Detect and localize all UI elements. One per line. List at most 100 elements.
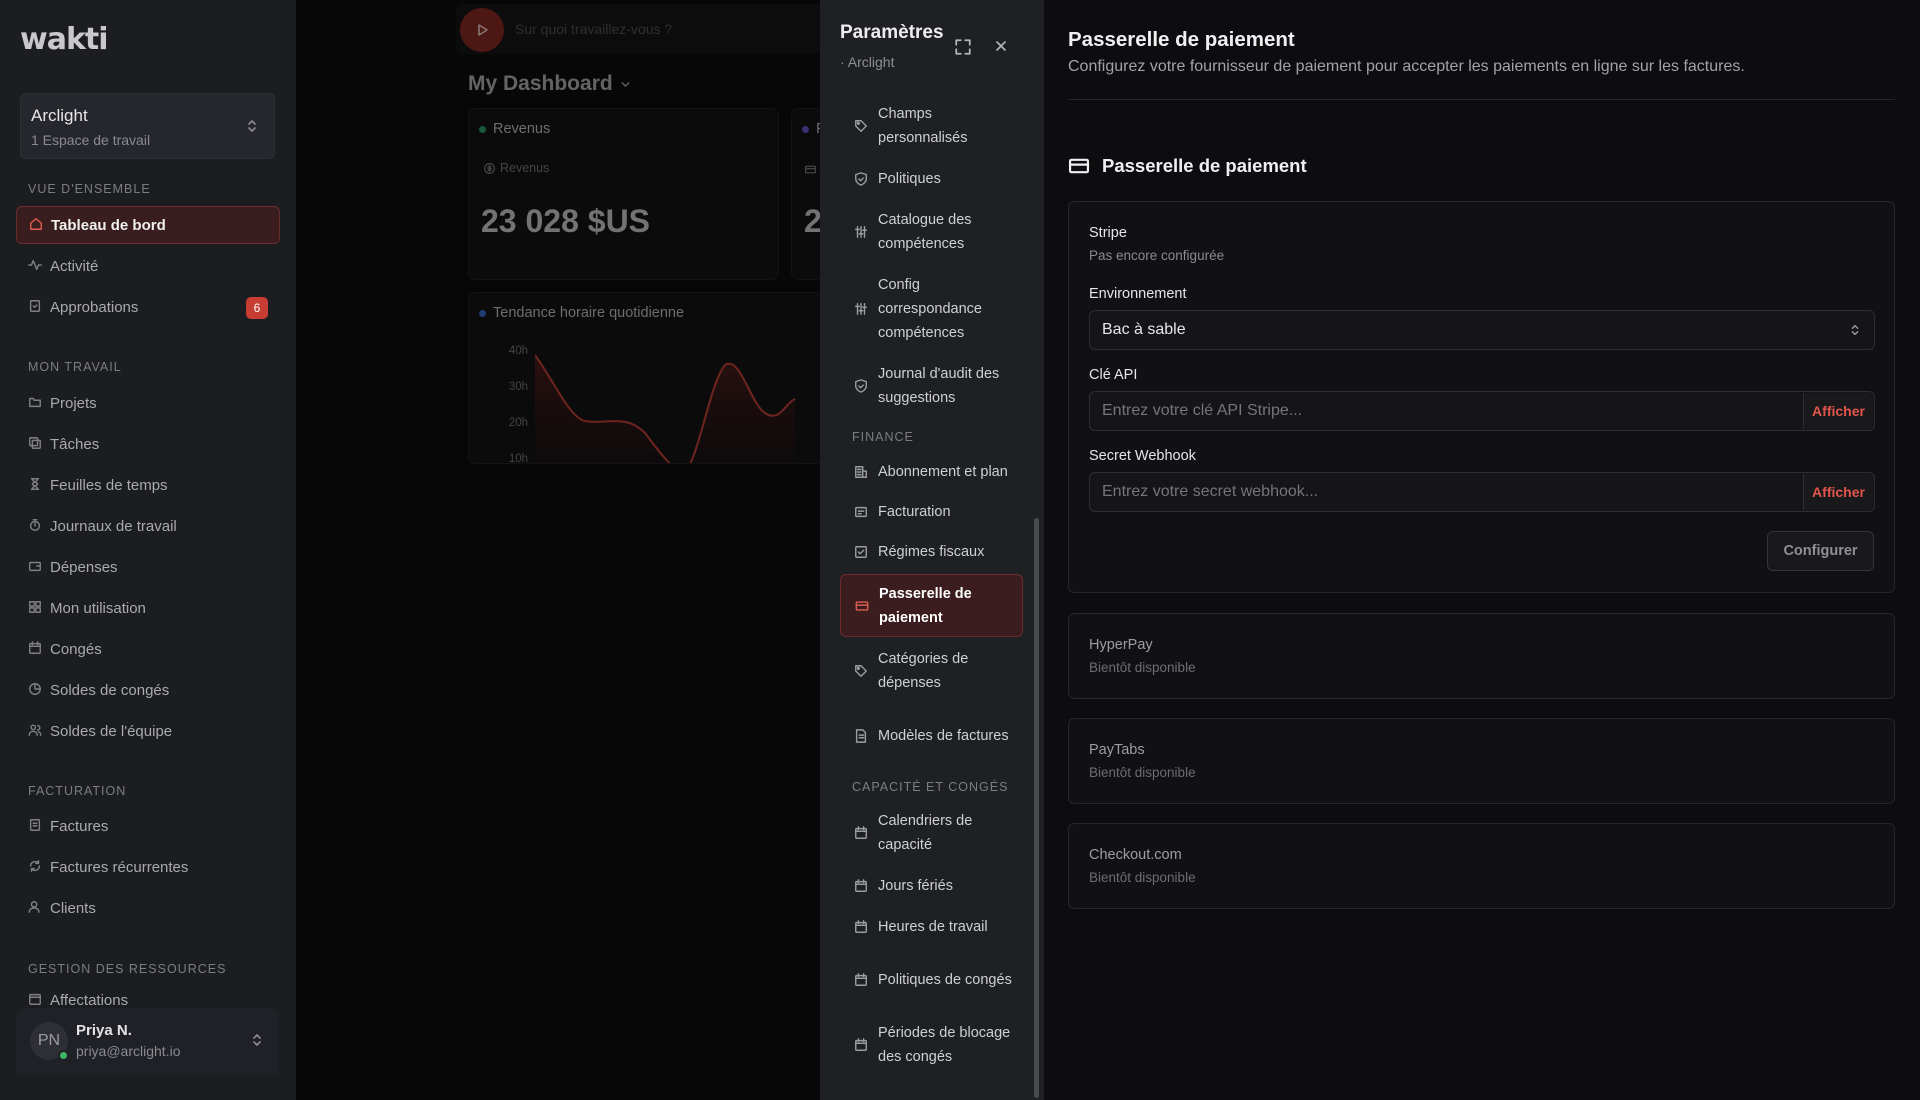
sidebar-item-usage[interactable]: Mon utilisation — [16, 589, 280, 627]
invoice-icon — [28, 818, 44, 834]
folder-icon — [28, 395, 44, 411]
paytabs-provider-card: PayTabs Bientôt disponible — [1068, 718, 1895, 804]
settings-item-policies[interactable]: Politiques — [840, 166, 1023, 192]
sidebar-item-tasks[interactable]: Tâches — [16, 425, 280, 463]
section-resources: GESTION DES RESSOURCES — [28, 962, 227, 976]
provider-name: HyperPay — [1089, 637, 1153, 653]
modal-backdrop[interactable] — [296, 0, 820, 1100]
settings-item-subscription[interactable]: Abonnement et plan — [840, 459, 1023, 485]
configure-button[interactable]: Configurer — [1767, 531, 1874, 571]
provider-status: Pas encore configurée — [1089, 248, 1225, 263]
settings-workspace: · Arclight — [840, 54, 895, 70]
settings-item-label: Jours fériés — [878, 878, 953, 894]
sliders-icon — [854, 225, 870, 239]
show-webhook-button[interactable]: Afficher — [1803, 474, 1873, 510]
show-api-key-button[interactable]: Afficher — [1803, 393, 1873, 429]
settings-item-label: Abonnement et plan — [878, 464, 1008, 480]
expand-icon[interactable] — [954, 38, 972, 56]
sidebar-item-label: Activité — [50, 257, 99, 275]
settings-item-capacity-calendars[interactable]: Calendriers de capacité — [840, 808, 1023, 858]
settings-item-payment-gateway[interactable]: Passerelle de paiement — [840, 574, 1023, 637]
provider-status: Bientôt disponible — [1089, 660, 1196, 675]
sidebar-item-leave-balances[interactable]: Soldes de congés — [16, 671, 280, 709]
sidebar-item-label: Congés — [50, 640, 102, 658]
sidebar-item-label: Factures — [50, 817, 109, 835]
settings-item-working-hours[interactable]: Heures de travail — [840, 914, 1023, 940]
hourglass-icon — [28, 477, 44, 493]
sidebar-item-label: Soldes de l'équipe — [50, 722, 173, 740]
chevron-up-down-icon — [249, 1032, 265, 1048]
calendar-icon — [854, 973, 870, 987]
settings-item-label: Périodes de blocage des congés — [878, 1025, 1011, 1065]
sidebar-item-timesheets[interactable]: Feuilles de temps — [16, 466, 280, 504]
provider-status: Bientôt disponible — [1089, 765, 1196, 780]
sidebar-item-invoices[interactable]: Factures — [16, 807, 280, 845]
user-icon — [28, 900, 44, 916]
sidebar-item-expenses[interactable]: Dépenses — [16, 548, 280, 586]
stripe-provider-card: Stripe Pas encore configurée Environneme… — [1068, 201, 1895, 593]
sidebar-item-approvals[interactable]: Approbations 6 — [16, 288, 280, 326]
users-icon — [28, 723, 44, 739]
chevron-up-down-icon — [244, 118, 260, 134]
credit-card-icon — [1068, 155, 1090, 177]
settings-item-skills-mapping[interactable]: Config correspondance compétences — [840, 272, 1023, 346]
checkout-provider-card: Checkout.com Bientôt disponible — [1068, 823, 1895, 909]
settings-item-expense-categories[interactable]: Catégories de dépenses — [840, 646, 1023, 696]
close-icon[interactable] — [993, 38, 1009, 54]
sidebar-item-label: Feuilles de temps — [50, 476, 168, 494]
sidebar-item-label: Factures récurrentes — [50, 858, 189, 876]
workspace-count: 1 Espace de travail — [31, 132, 151, 148]
shield-check-icon — [854, 172, 870, 186]
sidebar-item-label: Dépenses — [50, 558, 118, 576]
sidebar-item-leave[interactable]: Congés — [16, 630, 280, 668]
user-name: Priya N. — [76, 1022, 132, 1039]
user-menu[interactable]: PN Priya N. priya@arclight.io — [16, 1008, 279, 1075]
provider-name: Stripe — [1089, 225, 1127, 241]
settings-item-invoice-templates[interactable]: Modèles de factures — [840, 711, 1023, 761]
sidebar-item-label: Tâches — [50, 435, 100, 453]
settings-item-label: Facturation — [878, 504, 951, 520]
receipt-icon — [854, 505, 870, 519]
sidebar-item-label: Approbations — [50, 298, 139, 316]
settings-section-finance: FINANCE — [852, 430, 914, 444]
sidebar-item-team-balances[interactable]: Soldes de l'équipe — [16, 712, 280, 750]
payment-gateway-panel: Passerelle de paiement Configurez votre … — [1044, 0, 1920, 1100]
sidebar-item-dashboard[interactable]: Tableau de bord — [16, 206, 280, 244]
sidebar-item-label: Journaux de travail — [50, 517, 177, 535]
online-status-dot — [58, 1050, 69, 1061]
webhook-secret-input[interactable] — [1090, 473, 1805, 511]
sidebar-item-clients[interactable]: Clients — [16, 889, 280, 927]
sidebar-item-label: Mon utilisation — [50, 599, 146, 617]
calendar-icon — [28, 992, 44, 1008]
settings-item-tax[interactable]: Régimes fiscaux — [840, 539, 1023, 565]
sidebar-item-worklogs[interactable]: Journaux de travail — [16, 507, 280, 545]
settings-nav-scrollbar[interactable] — [1034, 518, 1039, 1098]
settings-item-label: Champs personnalisés — [878, 106, 968, 146]
timer-icon — [28, 518, 44, 534]
settings-item-audit-log[interactable]: Journal d'audit des suggestions — [840, 361, 1023, 411]
sidebar-item-activity[interactable]: Activité — [16, 247, 280, 285]
document-icon — [854, 729, 870, 743]
section-overview: VUE D'ENSEMBLE — [28, 182, 151, 196]
api-key-label: Clé API — [1089, 367, 1138, 383]
settings-item-leave-policies[interactable]: Politiques de congés — [840, 955, 1023, 1005]
grid-icon — [28, 600, 44, 616]
environment-select[interactable]: Bac à sable — [1089, 310, 1875, 350]
home-icon — [29, 217, 45, 233]
workspace-switcher[interactable]: Arclight 1 Espace de travail — [20, 93, 275, 159]
pie-chart-icon — [28, 682, 44, 698]
settings-item-blackout-periods[interactable]: Périodes de blocage des congés — [840, 1020, 1023, 1070]
sidebar-item-projects[interactable]: Projets — [16, 384, 280, 422]
sidebar-item-label: Projets — [50, 394, 97, 412]
settings-item-custom-fields[interactable]: Champs personnalisés — [840, 101, 1023, 151]
settings-item-invoicing[interactable]: Facturation — [840, 499, 1023, 525]
settings-item-label: Catégories de dépenses — [878, 651, 969, 691]
settings-item-skills-catalog[interactable]: Catalogue des compétences — [840, 207, 1023, 257]
api-key-input[interactable] — [1090, 392, 1805, 430]
checkbox-icon — [854, 545, 870, 559]
sidebar-item-recurring-invoices[interactable]: Factures récurrentes — [16, 848, 280, 886]
settings-item-holidays[interactable]: Jours fériés — [840, 873, 1023, 899]
settings-section-capacity: CAPACITÉ ET CONGÉS — [852, 780, 1009, 794]
settings-item-label: Calendriers de capacité — [878, 813, 973, 853]
section-title: Passerelle de paiement — [1102, 155, 1307, 176]
